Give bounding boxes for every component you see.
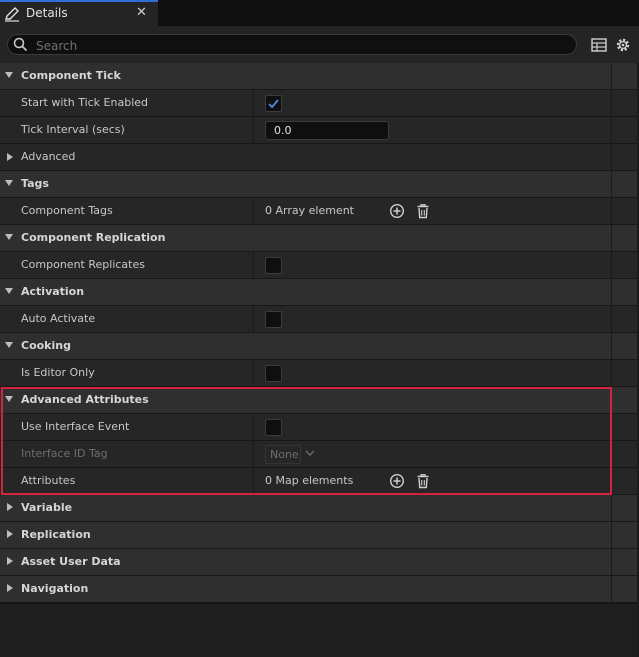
category-title: Cooking	[21, 339, 71, 352]
use-interface-event-checkbox[interactable]	[265, 419, 282, 436]
property-auto-activate: Auto Activate	[0, 306, 637, 333]
property-label: Is Editor Only	[21, 366, 95, 379]
property-label: Component Tags	[21, 204, 113, 217]
property-component-tags: Component Tags 0 Array element	[0, 198, 637, 225]
property-tick-interval: Tick Interval (secs)	[0, 117, 637, 144]
property-label: Interface ID Tag	[21, 447, 108, 460]
add-element-icon[interactable]	[389, 203, 405, 219]
property-start-with-tick: Start with Tick Enabled	[0, 90, 637, 117]
property-label: Tick Interval (secs)	[21, 123, 125, 136]
gear-icon[interactable]	[614, 36, 632, 54]
trash-icon[interactable]	[415, 473, 431, 489]
category-navigation[interactable]: Navigation	[0, 576, 637, 603]
category-component-replication[interactable]: Component Replication	[0, 225, 637, 252]
category-asset-user-data[interactable]: Asset User Data	[0, 549, 637, 576]
category-title: Variable	[21, 501, 73, 514]
collapse-arrow-icon[interactable]	[5, 342, 13, 348]
property-label: Use Interface Event	[21, 420, 130, 433]
category-component-tick[interactable]: Component Tick	[0, 63, 637, 90]
property-label: Attributes	[21, 474, 76, 487]
expand-arrow-icon[interactable]	[7, 584, 13, 592]
empty-panel-area	[0, 603, 637, 657]
property-interface-id-tag: Interface ID Tag None	[0, 441, 637, 468]
category-title: Navigation	[21, 582, 89, 595]
expand-arrow-icon[interactable]	[7, 503, 13, 511]
is-editor-only-checkbox[interactable]	[265, 365, 282, 382]
category-title: Advanced Attributes	[21, 393, 149, 406]
collapse-arrow-icon[interactable]	[5, 234, 13, 240]
category-variable[interactable]: Variable	[0, 495, 637, 522]
auto-activate-checkbox[interactable]	[265, 311, 282, 328]
property-label: Auto Activate	[21, 312, 96, 325]
collapse-arrow-icon[interactable]	[5, 288, 13, 294]
property-label: Start with Tick Enabled	[21, 96, 149, 109]
array-count: 0 Array element	[265, 204, 354, 217]
expand-arrow-icon[interactable]	[7, 530, 13, 538]
category-activation[interactable]: Activation	[0, 279, 637, 306]
pencil-icon	[5, 7, 19, 22]
property-use-interface-event: Use Interface Event	[0, 414, 637, 441]
category-title: Advanced	[21, 150, 76, 163]
table-icon[interactable]	[590, 36, 608, 54]
close-tab-icon[interactable]: ✕	[136, 5, 147, 20]
collapse-arrow-icon[interactable]	[5, 72, 13, 78]
category-title: Activation	[21, 285, 85, 298]
search-input[interactable]	[34, 36, 568, 55]
category-title: Replication	[21, 528, 91, 541]
category-replication[interactable]: Replication	[0, 522, 637, 549]
details-panel: Component Tick Start with Tick Enabled T…	[0, 63, 637, 603]
checkmark-icon	[268, 99, 279, 109]
interface-id-dropdown[interactable]: None	[265, 445, 301, 464]
start-with-tick-checkbox[interactable]	[265, 95, 282, 112]
category-tags[interactable]: Tags	[0, 171, 637, 198]
map-count: 0 Map elements	[265, 474, 354, 487]
category-title: Component Tick	[21, 69, 121, 82]
category-title: Asset User Data	[21, 555, 121, 568]
expand-arrow-icon[interactable]	[7, 557, 13, 565]
property-component-replicates: Component Replicates	[0, 252, 637, 279]
search-icon	[13, 37, 28, 52]
tick-interval-field[interactable]	[265, 121, 389, 140]
category-cooking[interactable]: Cooking	[0, 333, 637, 360]
tab-bar: Details ✕	[0, 0, 639, 26]
property-label: Component Replicates	[21, 258, 145, 271]
property-is-editor-only: Is Editor Only	[0, 360, 637, 387]
dropdown-value: None	[270, 448, 299, 461]
property-attributes: Attributes 0 Map elements	[0, 468, 637, 495]
tab-title: Details	[26, 6, 68, 20]
category-advanced-attributes[interactable]: Advanced Attributes	[0, 387, 637, 414]
component-replicates-checkbox[interactable]	[265, 257, 282, 274]
collapse-arrow-icon[interactable]	[5, 180, 13, 186]
category-title: Component Replication	[21, 231, 166, 244]
add-element-icon[interactable]	[389, 473, 405, 489]
trash-icon[interactable]	[415, 203, 431, 219]
search-row	[0, 26, 639, 63]
collapse-arrow-icon[interactable]	[5, 396, 13, 402]
category-title: Tags	[21, 177, 49, 190]
search-box[interactable]	[7, 34, 577, 55]
expand-arrow-icon[interactable]	[7, 153, 13, 161]
chevron-down-icon[interactable]	[305, 448, 315, 458]
tab-details[interactable]: Details ✕	[0, 0, 158, 26]
category-advanced[interactable]: Advanced	[0, 144, 637, 171]
